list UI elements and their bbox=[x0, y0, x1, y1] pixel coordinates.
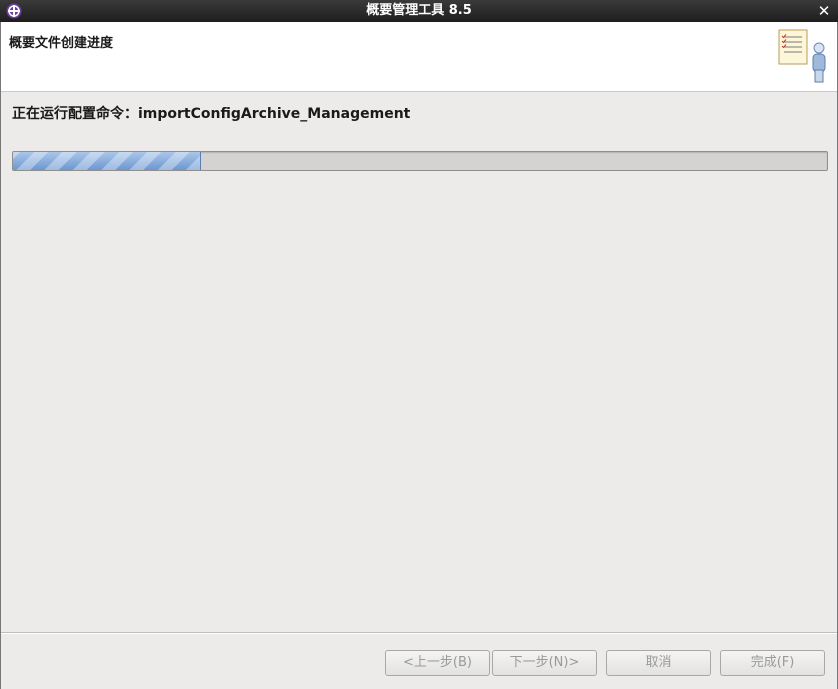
wizard-header: 概要文件创建进度 bbox=[1, 22, 837, 92]
cancel-button[interactable]: 取消 bbox=[606, 650, 711, 676]
progress-bar bbox=[12, 151, 828, 171]
finish-button[interactable]: 完成(F) bbox=[720, 650, 825, 676]
document-person-icon bbox=[778, 29, 826, 83]
page-title: 概要文件创建进度 bbox=[9, 36, 114, 51]
next-button[interactable]: 下一步(N)> bbox=[492, 650, 597, 676]
close-icon[interactable]: ✕ bbox=[816, 0, 832, 22]
window-title: 概要管理工具 8.5 bbox=[366, 3, 472, 18]
progress-fill bbox=[13, 152, 201, 170]
app-icon bbox=[6, 3, 22, 19]
back-button[interactable]: <上一步(B) bbox=[385, 650, 490, 676]
title-bar[interactable]: 概要管理工具 8.5 ✕ bbox=[0, 0, 838, 22]
footer-divider bbox=[1, 632, 837, 634]
window-frame-left bbox=[0, 22, 1, 689]
status-message: 正在运行配置命令：importConfigArchive_Management bbox=[12, 106, 411, 122]
